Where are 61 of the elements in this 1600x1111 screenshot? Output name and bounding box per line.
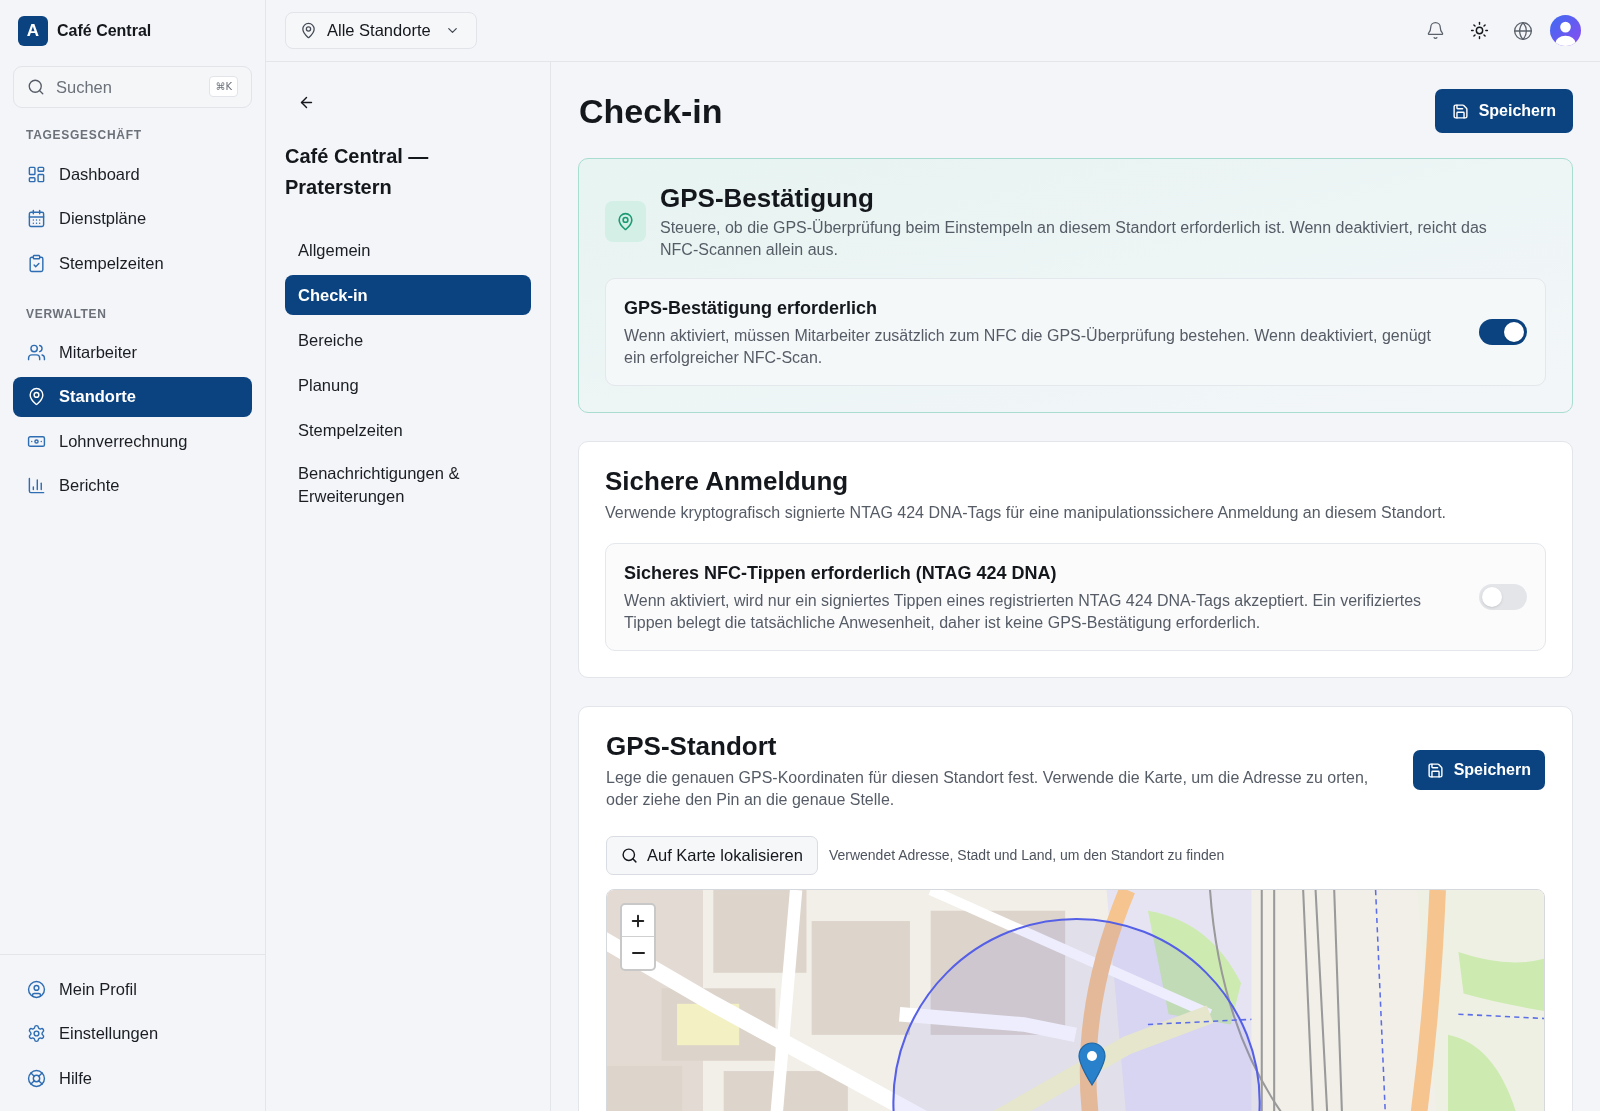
toggle-switch[interactable]: [1479, 584, 1527, 610]
minus-icon: [631, 951, 645, 955]
locate-hint: Verwendet Adresse, Stadt und Land, um den Standort zu finden: [828, 846, 1225, 865]
lifebuoy-icon: [27, 1068, 46, 1088]
setting-title: GPS-Bestätigung erforderlich: [624, 297, 879, 320]
sidebar-item[interactable]: Berichte: [13, 465, 252, 506]
save-icon: [1426, 761, 1444, 779]
toggle-switch[interactable]: [1479, 319, 1527, 345]
card-description: Steuere, ob die GPS-Überprüfung beim Einstempeln an diesem Standort erforderlich ist. Wenn deaktiviert, reicht das NFC-Scannen allein aus.: [660, 218, 1488, 260]
location-select[interactable]: Alle Standorte: [285, 12, 477, 49]
search-icon: [27, 78, 45, 96]
save-button[interactable]: Speichern: [1412, 750, 1545, 790]
settings-nav-item[interactable]: Stempelzeiten: [285, 410, 531, 450]
card-title: GPS-Standort: [606, 730, 778, 763]
sun-icon: [1469, 21, 1489, 40]
map-pin-icon: [605, 200, 646, 242]
settings-nav-item[interactable]: Check-in: [285, 275, 531, 315]
sidebar-item[interactable]: Standorte: [13, 376, 252, 417]
users-icon: [27, 342, 46, 362]
setting-title: Sicheres NFC-Tippen erforderlich (NTAG 424 DNA): [624, 562, 1058, 585]
sidebar-item[interactable]: Einstellungen: [13, 1013, 252, 1054]
section-label: VERWALTEN: [25, 306, 108, 322]
app-name: Café Central: [57, 21, 152, 41]
save-icon: [1451, 102, 1469, 120]
settings-nav-item[interactable]: Allgemein: [285, 230, 531, 270]
user-avatar-icon[interactable]: [1550, 15, 1581, 46]
sidebar-item[interactable]: Mitarbeiter: [13, 332, 252, 372]
settings-nav-item[interactable]: Planung: [285, 365, 531, 405]
sidebar-item[interactable]: Dienstpläne: [13, 198, 252, 239]
map-pin-icon: [27, 387, 46, 406]
app-logo: A: [18, 16, 48, 46]
bell-icon: [1425, 21, 1445, 40]
locate-on-map-button[interactable]: Auf Karte lokalisieren: [606, 836, 818, 875]
section-label: TAGESGESCHÄFT: [25, 127, 143, 143]
card-title: Sichere Anmeldung: [605, 465, 850, 498]
map-pin-icon[interactable]: [1078, 1042, 1106, 1086]
clipboard-check-icon: [27, 253, 46, 273]
user-circle-icon: [27, 979, 46, 999]
location-title: Café Central — Praterstern: [285, 144, 430, 200]
search-icon: [621, 847, 638, 864]
sidebar-item[interactable]: Dashboard: [13, 154, 252, 194]
shortcut-hint: ⌘K: [209, 76, 238, 97]
settings-icon: [27, 1024, 46, 1043]
save-button[interactable]: Speichern: [1434, 89, 1573, 133]
settings-nav-item[interactable]: Bereiche: [285, 320, 531, 360]
dashboard-icon: [27, 164, 46, 184]
settings-nav-item[interactable]: Benachrichtigungen & Erweiterungen: [285, 455, 531, 515]
setting-description: Wenn aktiviert, wird nur ein signiertes Tippen eines registrierten NTAG 424 DNA-Tags akzeptiert. Ein verifiziertes Tippen belegt die tatsächliche Anwesenheit, daher ist keine GPS-Bestätigung erforderlich.: [624, 591, 1423, 633]
calendar-icon: [27, 209, 46, 228]
globe-icon: [1513, 20, 1533, 41]
setting-description: Wenn aktiviert, müssen Mitarbeiter zusätzlich zum NFC die GPS-Überprüfung bestehen. Wenn deaktiviert, genügt ein erfolgreicher NFC-Scan.: [624, 326, 1432, 368]
card-title: GPS-Bestätigung: [660, 182, 875, 215]
card-description: Verwende kryptografisch signierte NTAG 424 DNA-Tags für eine manipulationssichere Anmeldung an diesem Standort.: [605, 503, 1448, 523]
sidebar-item[interactable]: Hilfe: [13, 1058, 252, 1098]
sidebar-item[interactable]: Stempelzeiten: [13, 243, 252, 283]
sidebar-item[interactable]: Lohnverrechnung: [13, 421, 252, 461]
page-title: Check-in: [579, 91, 723, 132]
sidebar-item[interactable]: Mein Profil: [13, 969, 252, 1009]
bar-chart-icon: [27, 476, 46, 495]
map-pin-icon: [300, 22, 317, 39]
card-description: Lege die genauen GPS-Koordinaten für diesen Standort fest. Verwende die Karte, um die Adresse zu orten, oder ziehe den Pin an die genaue Stelle.: [606, 768, 1370, 810]
